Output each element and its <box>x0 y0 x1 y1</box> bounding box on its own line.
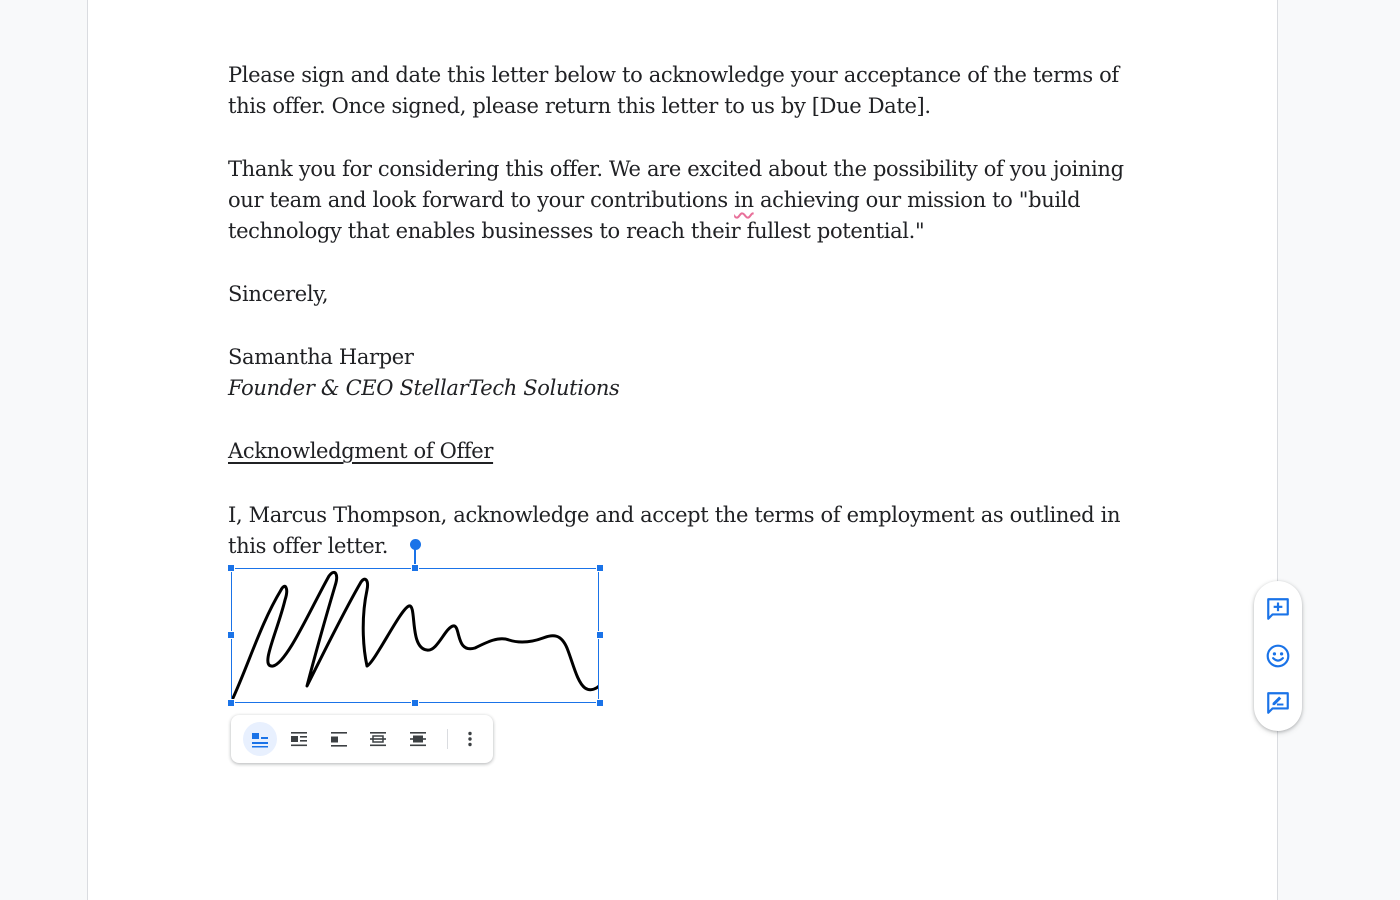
resize-handle-right[interactable] <box>596 631 604 639</box>
resize-handle-top[interactable] <box>411 564 419 572</box>
behind-text-button[interactable] <box>361 722 395 756</box>
suggest-edits-button[interactable] <box>1263 688 1293 718</box>
image-selection-frame <box>231 568 599 703</box>
more-options-icon <box>468 731 472 747</box>
resize-handle-top-right[interactable] <box>596 564 604 572</box>
in-front-of-text-icon <box>410 732 426 747</box>
in-line-button[interactable] <box>243 722 277 756</box>
spellcheck-flagged-word[interactable]: in <box>734 188 754 212</box>
closing-line[interactable]: Sincerely, <box>228 279 1138 310</box>
resize-handle-top-left[interactable] <box>227 564 235 572</box>
wrap-text-button[interactable] <box>282 722 316 756</box>
resize-handle-left[interactable] <box>227 631 235 639</box>
more-options-button[interactable] <box>453 722 487 756</box>
add-comment-icon <box>1267 598 1289 620</box>
document-body[interactable]: Please sign and date this letter below t… <box>228 60 1138 594</box>
break-text-icon <box>331 732 347 747</box>
acknowledgment-text[interactable]: I, Marcus Thompson, acknowledge and acce… <box>228 500 1138 562</box>
side-action-panel <box>1254 581 1302 731</box>
in-front-of-text-button[interactable] <box>401 722 435 756</box>
in-line-icon <box>252 733 268 748</box>
image-options-toolbar <box>231 715 493 763</box>
acknowledgment-heading[interactable]: Acknowledgment of Offer <box>228 436 1138 467</box>
wrap-text-icon <box>291 732 307 747</box>
break-text-button[interactable] <box>322 722 356 756</box>
resize-handle-bottom-right[interactable] <box>596 699 604 707</box>
resize-handle-bottom[interactable] <box>411 699 419 707</box>
add-emoji-reaction-button[interactable] <box>1263 641 1293 671</box>
resize-handle-bottom-left[interactable] <box>227 699 235 707</box>
signer-name[interactable]: Samantha Harper <box>228 342 1138 373</box>
paragraph-sign-instructions[interactable]: Please sign and date this letter below t… <box>228 60 1138 122</box>
signer-title[interactable]: Founder & CEO StellarTech Solutions <box>228 373 1138 404</box>
behind-text-icon <box>370 732 386 747</box>
add-emoji-reaction-icon <box>1266 644 1290 668</box>
toolbar-divider <box>447 729 448 749</box>
add-comment-button[interactable] <box>1263 594 1293 624</box>
paragraph-thank-you[interactable]: Thank you for considering this offer. We… <box>228 154 1138 247</box>
rotate-handle[interactable] <box>410 539 421 550</box>
suggest-edits-icon <box>1267 692 1289 714</box>
